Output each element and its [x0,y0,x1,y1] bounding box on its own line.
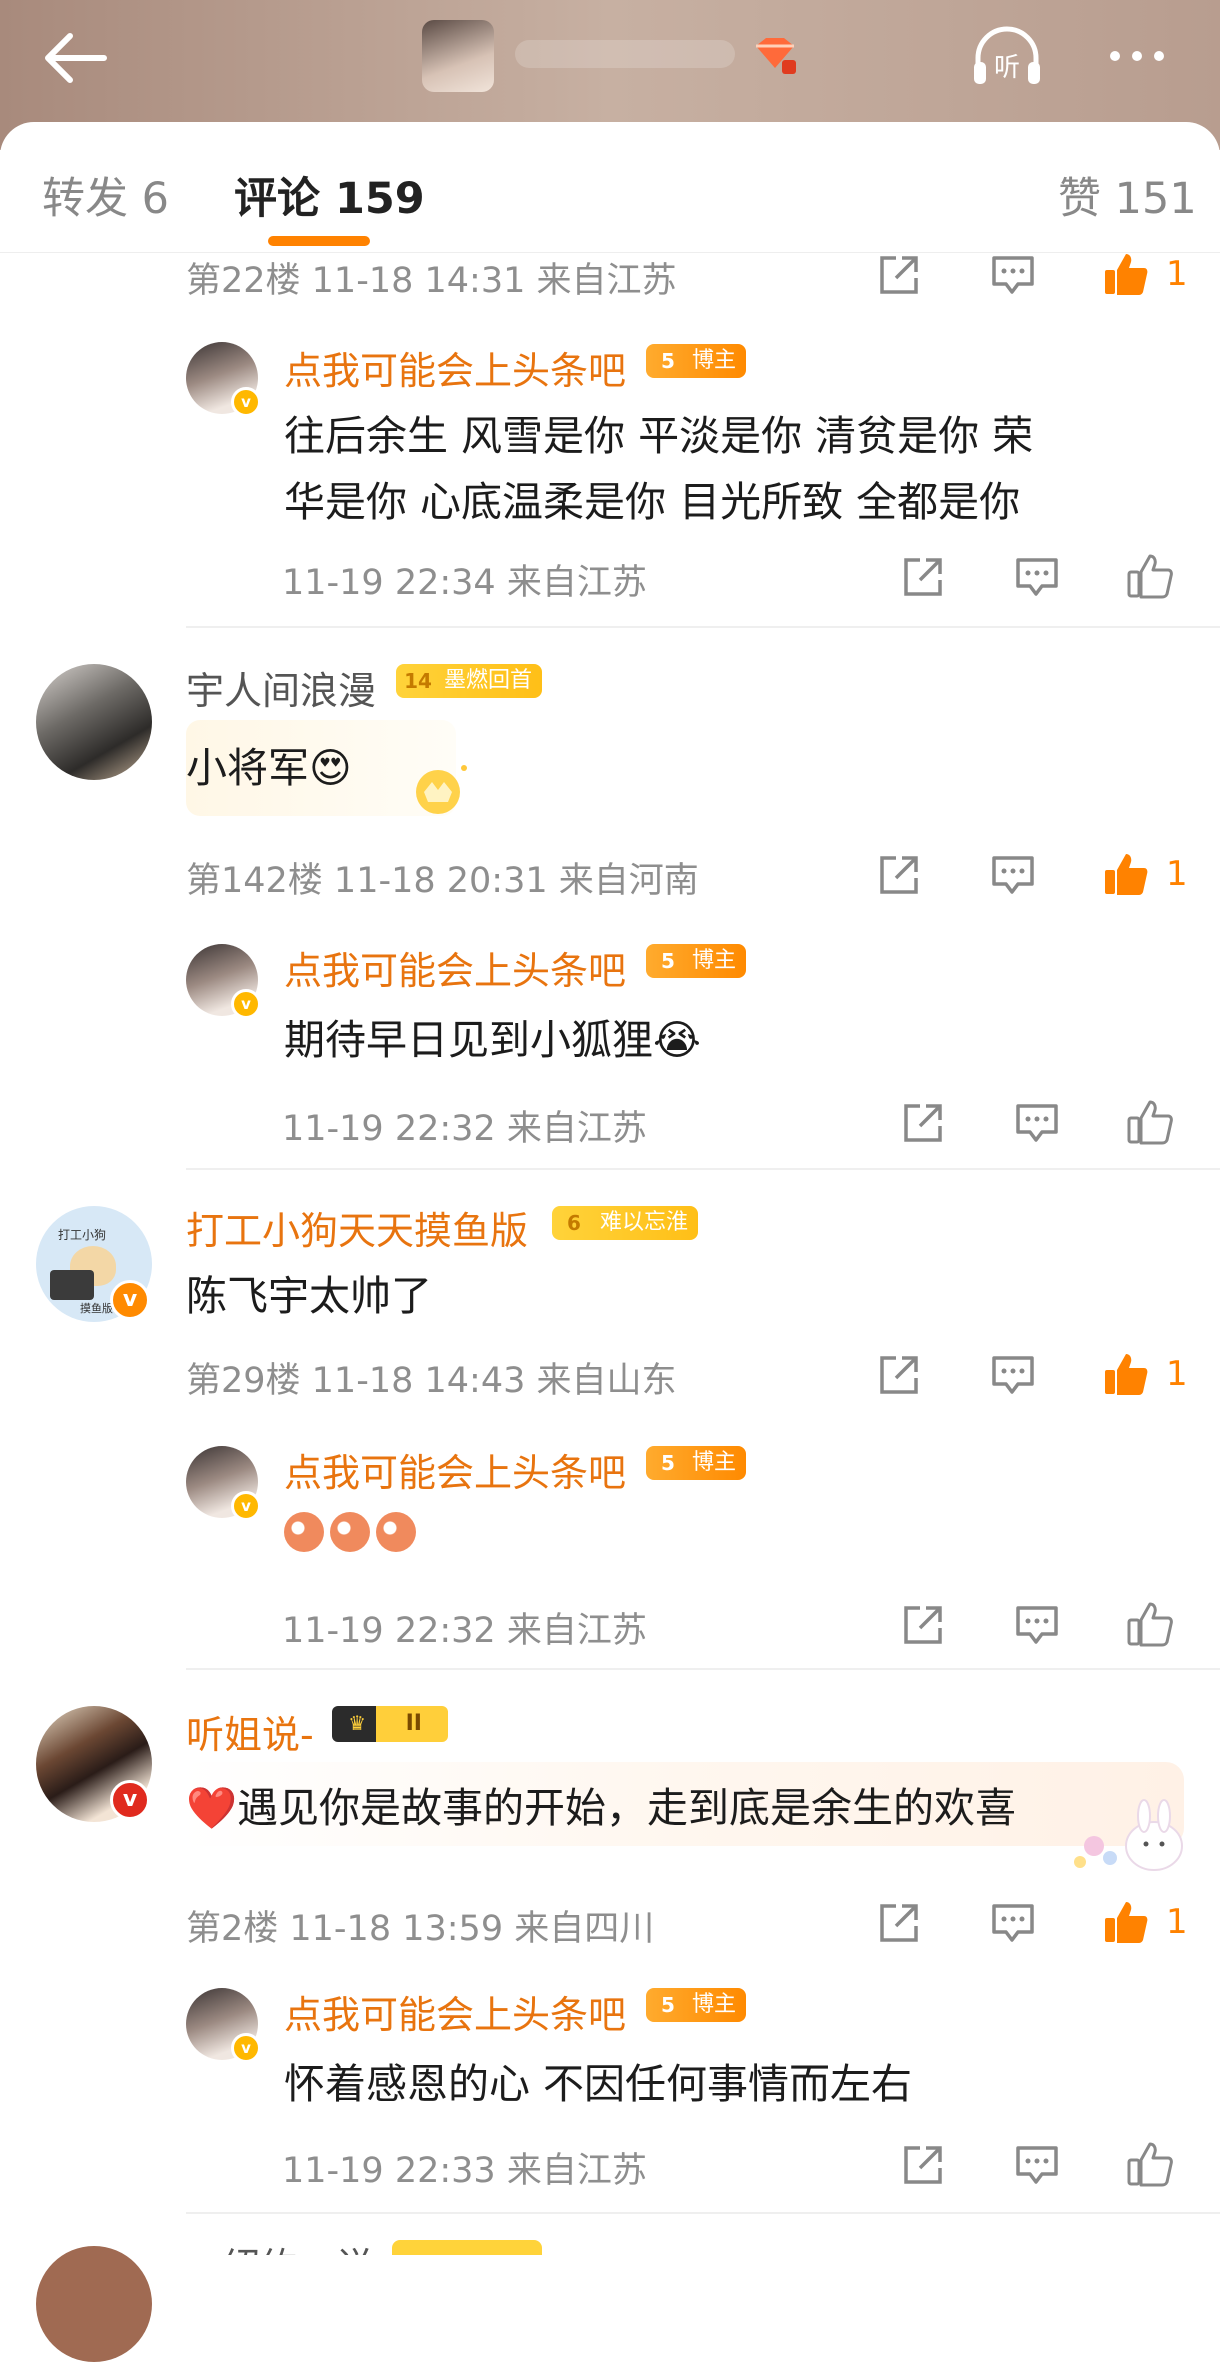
blogger-badge: 5 博主 [646,344,747,378]
reply-meta: 11-19 22:32 来自江苏 [282,1109,647,1149]
avatar-caption-top: 打工小狗 [58,1228,107,1242]
blogger-badge: 5 博主 [646,1988,747,2022]
share-icon[interactable] [900,2142,946,2188]
bunny-decoration-icon [1074,1799,1183,1871]
reply-text-line1: 往后余生 风雪是你 平淡是你 清贫是你 荣 [284,412,1034,460]
listen-label: 听 [994,53,1020,83]
comment-text: ❤️遇见你是故事的开始，走到底是余生的欢喜 [186,1784,1017,1832]
share-icon[interactable] [876,1900,922,1946]
avatar-caption-bottom: 摸鱼版 [80,1302,113,1315]
comment-meta: 第2楼 11-18 13:59 来自四川 [186,1909,655,1949]
share-icon[interactable] [876,1352,922,1398]
member-crown-badge: II ♛ [332,1706,448,1742]
reply-meta: 11-19 22:32 来自江苏 [282,1611,647,1651]
author-avatar[interactable] [422,20,494,92]
comment-meta: 第142楼 11-18 20:31 来自河南 [186,861,699,901]
comment-text: 陈飞宇太帅了 [186,1272,432,1320]
reply-username[interactable]: 点我可能会上头条吧 [284,1442,626,1497]
comment-username[interactable]: ...绍约一说 [186,2236,374,2255]
user-avatar[interactable] [36,664,152,780]
comment-username[interactable]: 听姐说- [186,1704,314,1759]
laptop-shape [50,1270,94,1300]
listen-headphones-icon[interactable]: 听 [970,22,1044,92]
like-thumb-outline-icon[interactable] [1126,2140,1174,2188]
sticker-group-icon [284,1510,424,1554]
crown-level-icon: 5 [661,949,675,973]
reply-username[interactable]: 点我可能会上头条吧 [284,340,626,395]
comment-icon[interactable] [990,852,1036,898]
blurred-author-name [515,40,735,68]
crown-level-icon: 5 [661,349,675,373]
crying-emoji-icon: 😭 [653,1016,701,1064]
share-icon[interactable] [876,852,922,898]
like-thumb-filled-icon[interactable] [1102,1350,1150,1398]
tab-bar: 转发 6 评论 159 赞 151 [0,122,1220,253]
comment-username[interactable]: 宇人间浪漫 [186,660,376,715]
active-tab-indicator [268,236,370,246]
like-count: 1 [1166,254,1188,294]
share-icon[interactable] [900,554,946,600]
like-thumb-filled-icon[interactable] [1102,1898,1150,1946]
like-thumb-outline-icon[interactable] [1126,1098,1174,1146]
user-avatar[interactable] [36,2246,152,2362]
like-thumb-outline-icon[interactable] [1126,552,1174,600]
like-thumb-filled-icon[interactable] [1102,250,1150,298]
blogger-badge: 5 博主 [646,1446,747,1480]
fan-badge [392,2240,542,2255]
verified-badge-icon: v [231,1491,261,1521]
verified-badge-icon: v [110,1780,150,1820]
reply-meta: 11-19 22:34 来自江苏 [282,563,647,603]
share-icon[interactable] [900,1100,946,1146]
comment-icon[interactable] [1014,554,1060,600]
share-icon[interactable] [876,252,922,298]
comment-icon[interactable] [990,252,1036,298]
comment-meta: 第29楼 11-18 14:43 来自山东 [186,1361,677,1401]
fan-badge: 14 墨燃回首 [396,664,543,698]
like-count: 1 [1166,854,1188,894]
fan-badge: 6 难以忘淮 [552,1206,699,1240]
reply-text-line2: 华是你 心底温柔是你 目光所致 全都是你 [284,478,1021,526]
reply-meta: 11-19 22:33 来自江苏 [282,2151,647,2191]
heart-eyes-emoji-icon: 😍 [309,744,352,792]
like-count: 1 [1166,1902,1188,1942]
fan-level-icon: 6 [567,1211,581,1235]
verified-badge-icon: v [231,2033,261,2063]
reply-text: 怀着感恩的心 不因任何事情而左右 [284,2060,913,2108]
comment-icon[interactable] [990,1352,1036,1398]
like-thumb-outline-icon[interactable] [1126,1600,1174,1648]
comment-username[interactable]: 打工小狗天天摸鱼版 [186,1200,528,1255]
comment-icon[interactable] [990,1900,1036,1946]
reply-username[interactable]: 点我可能会上头条吧 [284,940,626,995]
share-icon[interactable] [900,1602,946,1648]
blogger-badge: 5 博主 [646,944,747,978]
gem-badge-icon [756,38,796,74]
verified-badge-icon: v [110,1280,150,1320]
like-thumb-filled-icon[interactable] [1102,850,1150,898]
like-count: 1 [1166,1354,1188,1394]
arrow-left-icon[interactable] [40,28,110,88]
divider [186,1168,1220,1170]
more-dots-icon[interactable] [1110,44,1180,68]
gold-crown-decoration-icon [416,765,467,814]
comment-meta: 第22楼 11-18 14:31 来自江苏 [186,261,677,301]
crown-level-icon: 5 [661,1993,675,2017]
comment-icon[interactable] [1014,1100,1060,1146]
verified-badge-icon: v [231,387,261,417]
verified-badge-icon: v [231,989,261,1019]
tab-repost[interactable]: 转发 6 [42,164,169,226]
divider [186,1668,1220,1670]
fan-level-icon: 14 [404,669,432,693]
comment-text: 小将军😍 [186,744,352,792]
reply-username[interactable]: 点我可能会上头条吧 [284,1984,626,2039]
crown-level-icon: 5 [661,1451,675,1475]
tab-comments[interactable]: 评论 159 [234,164,425,226]
divider [186,626,1220,628]
divider [186,2212,1220,2214]
comment-icon[interactable] [1014,2142,1060,2188]
tab-likes[interactable]: 赞 151 [1058,164,1197,226]
comment-icon[interactable] [1014,1602,1060,1648]
reply-text: 期待早日见到小狐狸😭 [284,1016,701,1064]
crown-icon: ♛ [348,1711,366,1735]
red-heart-emoji-icon: ❤️ [186,1784,238,1832]
